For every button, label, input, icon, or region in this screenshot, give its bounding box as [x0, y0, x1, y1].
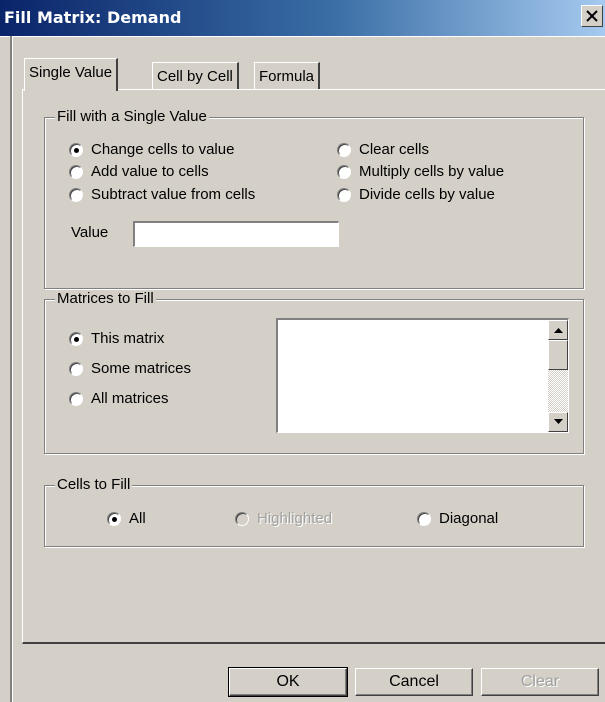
- radio-label: Clear cells: [359, 141, 430, 158]
- radio-indicator: [69, 362, 83, 376]
- radio-label: This matrix: [91, 330, 165, 347]
- scroll-up-button[interactable]: [548, 320, 568, 340]
- radio-label: Diagonal: [439, 510, 499, 527]
- matrices-to-fill-group: Matrices to Fill This matrix Some matric…: [44, 290, 584, 454]
- radio-label: Highlighted: [257, 510, 333, 527]
- arrow-down-icon: [554, 419, 563, 424]
- radio-label: Subtract value from cells: [91, 186, 256, 203]
- value-label: Value: [71, 224, 109, 241]
- close-button[interactable]: [581, 5, 603, 27]
- radio-indicator: [417, 512, 431, 526]
- tab-formula[interactable]: Formula: [254, 62, 321, 92]
- window-title: Fill Matrix: Demand: [4, 8, 182, 27]
- tab-label: Single Value: [29, 64, 113, 81]
- radio-label: Add value to cells: [91, 163, 209, 180]
- radio-indicator: [69, 332, 83, 346]
- radio-label: Some matrices: [91, 360, 192, 377]
- radio-label: Multiply cells by value: [359, 163, 505, 180]
- group-legend: Cells to Fill: [55, 476, 133, 493]
- radio-label: All: [129, 510, 146, 527]
- radio-indicator: [337, 165, 351, 179]
- scroll-down-button[interactable]: [548, 412, 568, 432]
- cells-to-fill-group: Cells to Fill All Highlighted Diagonal: [44, 476, 584, 547]
- title-bar: Fill Matrix: Demand: [0, 0, 605, 37]
- window-left-edge: [10, 36, 13, 702]
- tab-label: Cell by Cell: [157, 68, 233, 85]
- group-legend: Fill with a Single Value: [55, 108, 209, 125]
- tab-panel: Fill with a Single Value Change cells to…: [22, 89, 605, 644]
- cancel-button[interactable]: Cancel: [355, 668, 473, 696]
- tab-cell-by-cell[interactable]: Cell by Cell: [152, 62, 239, 92]
- radio-indicator: [107, 512, 121, 526]
- fill-single-value-group: Fill with a Single Value Change cells to…: [44, 108, 584, 289]
- radio-indicator: [337, 143, 351, 157]
- arrow-up-icon: [554, 328, 563, 333]
- radio-indicator: [69, 165, 83, 179]
- radio-label: All matrices: [91, 390, 169, 407]
- group-legend: Matrices to Fill: [55, 290, 156, 307]
- tab-label: Formula: [259, 68, 315, 85]
- radio-indicator: [337, 188, 351, 202]
- tab-single-value[interactable]: Single Value: [24, 58, 119, 91]
- listbox-scrollbar[interactable]: [548, 320, 568, 432]
- radio-indicator: [235, 512, 249, 526]
- ok-button[interactable]: OK: [228, 667, 348, 697]
- radio-indicator: [69, 143, 83, 157]
- matrix-listbox[interactable]: [276, 318, 569, 433]
- value-input[interactable]: [133, 221, 339, 247]
- radio-label: Change cells to value: [91, 141, 235, 158]
- scroll-thumb[interactable]: [548, 340, 568, 370]
- radio-label: Divide cells by value: [359, 186, 495, 203]
- close-icon: [586, 10, 598, 22]
- radio-indicator: [69, 188, 83, 202]
- clear-button[interactable]: Clear: [481, 668, 599, 696]
- radio-indicator: [69, 392, 83, 406]
